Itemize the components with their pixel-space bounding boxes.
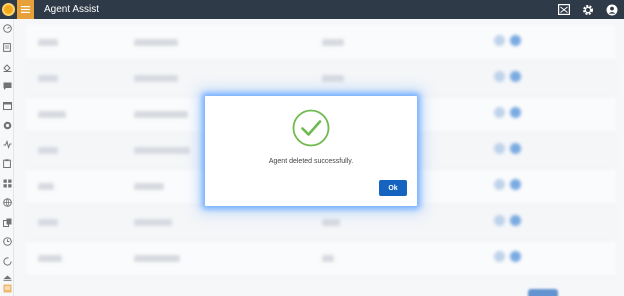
app-logo-icon xyxy=(0,0,17,19)
user-account-icon[interactable] xyxy=(605,3,618,16)
top-bar: Agent Assist xyxy=(0,0,624,19)
success-dialog: Agent deleted successfully. Ok xyxy=(205,96,417,206)
app-window: Agent Assist Agent deleted successfully.… xyxy=(0,0,624,296)
dialog-message: Agent deleted successfully. xyxy=(268,158,354,165)
gear-icon[interactable] xyxy=(581,3,594,16)
screen-icon[interactable] xyxy=(557,3,570,16)
ok-button[interactable]: Ok xyxy=(379,180,407,196)
hamburger-menu-icon[interactable] xyxy=(17,0,34,19)
app-title: Agent Assist xyxy=(44,4,100,15)
success-check-icon xyxy=(292,109,330,147)
